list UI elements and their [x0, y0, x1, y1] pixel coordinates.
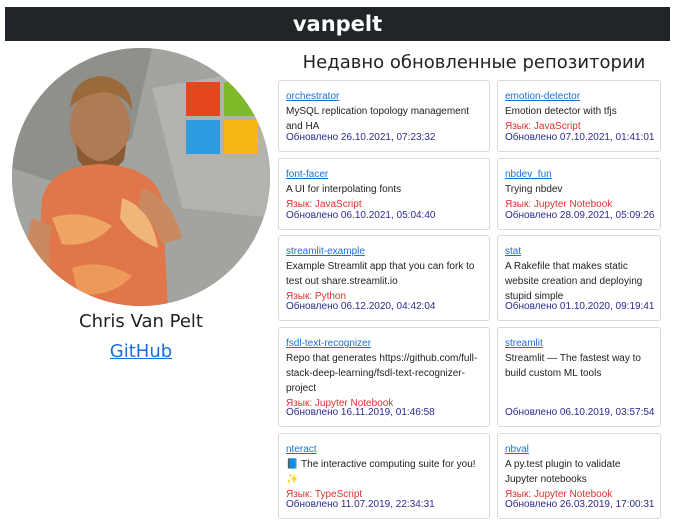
site-title: vanpelt [292, 12, 383, 36]
repo-description: A py.test plugin to validate Jupyter not… [505, 459, 621, 485]
repo-updated: Обновлено 16.11.2019, 01:46:58 [286, 407, 435, 418]
repo-updated: Обновлено 07.10.2021, 01:41:01 [505, 132, 655, 143]
repo-title-link[interactable]: streamlit [505, 336, 654, 351]
repo-card: fsdl-text-recognizer Repo that generates… [278, 327, 490, 427]
repo-title-link[interactable]: orchestrator [286, 89, 483, 104]
repo-description: Streamlit — The fastest way to build cus… [505, 353, 641, 379]
repo-title-link[interactable]: nbval [505, 442, 654, 457]
repo-title-link[interactable]: fsdl-text-recognizer [286, 336, 483, 351]
repo-card: streamlit-example Example Streamlit app … [278, 235, 490, 321]
site-header: vanpelt [5, 7, 670, 41]
repo-updated: Обновлено 06.12.2020, 04:42:04 [286, 301, 436, 312]
repo-card: stat A Rakefile that makes static websit… [497, 235, 661, 321]
repo-description: A Rakefile that makes static website cre… [505, 261, 643, 302]
repo-description: Emotion detector with tfjs [505, 106, 617, 117]
repo-description: 📘 The interactive computing suite for yo… [286, 459, 476, 485]
repo-card: streamlit Streamlit — The fastest way to… [497, 327, 661, 427]
repo-title-link[interactable]: emotion-detector [505, 89, 654, 104]
github-link[interactable]: GitHub [10, 341, 272, 362]
profile-name: Chris Van Pelt [79, 311, 203, 332]
repo-title-link[interactable]: stat [505, 244, 654, 259]
repo-description: A UI for interpolating fonts [286, 184, 402, 195]
repo-description: Trying nbdev [505, 184, 563, 195]
repo-title-link[interactable]: streamlit-example [286, 244, 483, 259]
repo-card: nbval A py.test plugin to validate Jupyt… [497, 433, 661, 519]
repo-card: nteract 📘 The interactive computing suit… [278, 433, 490, 519]
repo-title-link[interactable]: font-facer [286, 167, 483, 182]
repo-card: orchestrator MySQL replication topology … [278, 80, 490, 152]
repo-updated: Обновлено 01.10.2020, 09:19:41 [505, 301, 655, 312]
repo-updated: Обновлено 28.09.2021, 05:09:26 [505, 210, 655, 221]
repo-description: Repo that generates https://github.com/f… [286, 353, 478, 394]
repo-title-link[interactable]: nteract [286, 442, 483, 457]
avatar [12, 48, 270, 306]
section-title: Недавно обновленные репозитории [302, 52, 646, 73]
repo-updated: Обновлено 06.10.2021, 05:04:40 [286, 210, 436, 221]
repo-card: emotion-detector Emotion detector with t… [497, 80, 661, 152]
repo-updated: Обновлено 26.10.2021, 07:23:32 [286, 132, 436, 143]
repo-updated: Обновлено 06.10.2019, 03:57:54 [505, 407, 655, 418]
repo-card: nbdev_fun Trying nbdev Язык: Jupyter Not… [497, 158, 661, 230]
repo-card: font-facer A UI for interpolating fonts … [278, 158, 490, 230]
repo-description: Example Streamlit app that you can fork … [286, 261, 475, 287]
repo-title-link[interactable]: nbdev_fun [505, 167, 654, 182]
repo-updated: Обновлено 26.03.2019, 17:00:31 [505, 499, 655, 510]
repo-updated: Обновлено 11.07.2019, 22:34:31 [286, 499, 435, 510]
